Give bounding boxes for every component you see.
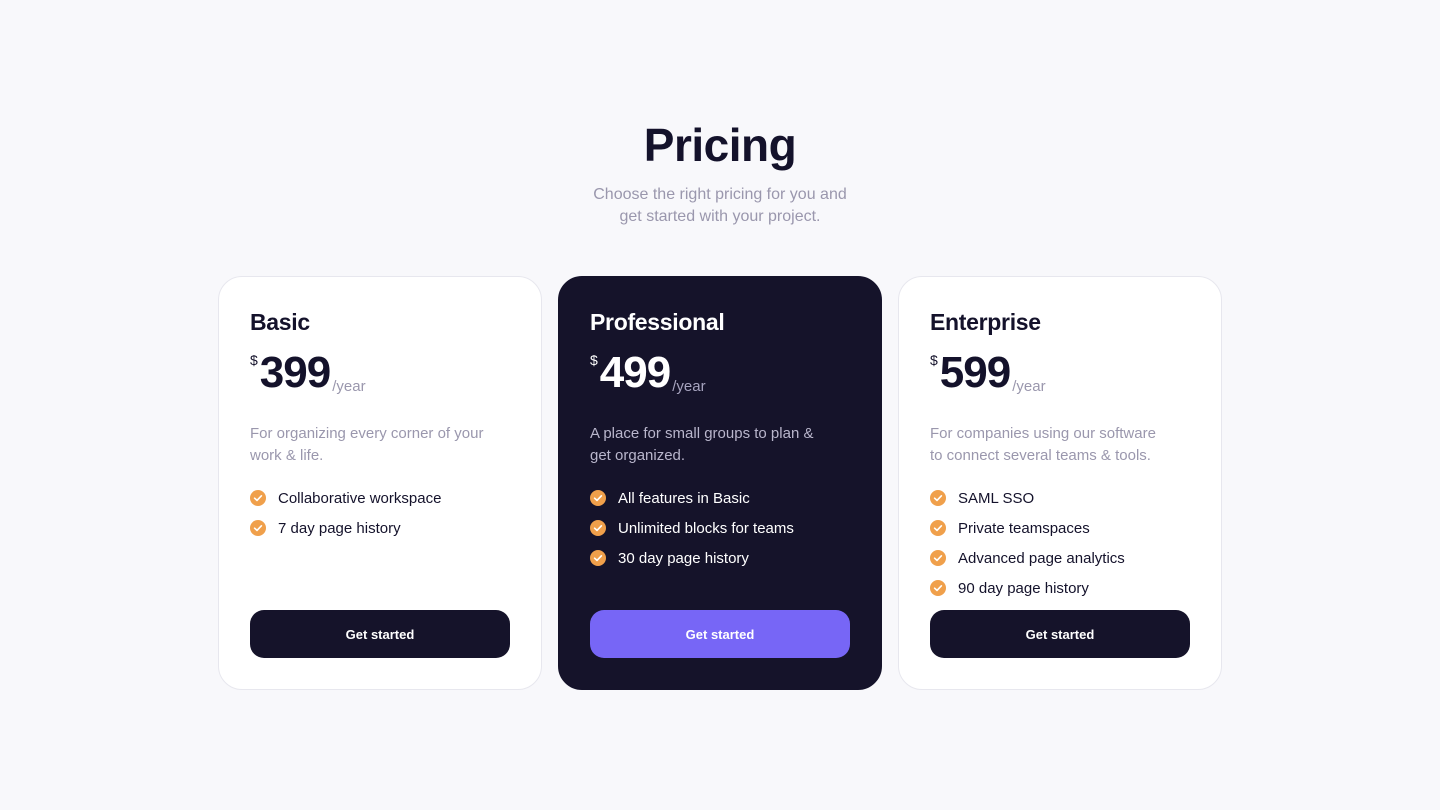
feature-label: Collaborative workspace <box>278 489 442 507</box>
feature-item: All features in Basic <box>590 483 850 513</box>
get-started-button-enterprise[interactable]: Get started <box>930 610 1190 658</box>
price-amount: 499 <box>599 348 671 397</box>
pricing-card-enterprise: Enterprise $ 599 /year For companies usi… <box>898 276 1222 690</box>
feature-item: SAML SSO <box>930 483 1190 513</box>
check-circle-icon <box>930 520 946 536</box>
feature-item: 30 day page history <box>590 543 850 573</box>
currency-symbol: $ <box>930 352 938 368</box>
feature-item: 90 day page history <box>930 573 1190 603</box>
plan-description: For companies using our software to conn… <box>930 425 1156 464</box>
price: $ 399 /year <box>250 349 510 397</box>
price-amount: 399 <box>259 348 331 397</box>
pricing-card-professional: Professional $ 499 /year A place for sma… <box>558 276 882 690</box>
feature-label: Private teamspaces <box>958 519 1090 537</box>
feature-item: Advanced page analytics <box>930 543 1190 573</box>
pricing-card-basic: Basic $ 399 /year For organizing every c… <box>218 276 542 690</box>
pricing-page: Pricing Choose the right pricing for you… <box>0 0 1440 810</box>
plan-description: A place for small groups to plan & get o… <box>590 425 814 464</box>
price-period: /year <box>672 378 706 395</box>
feature-label: 7 day page history <box>278 519 401 537</box>
feature-list: All features in Basic Unlimited blocks f… <box>590 483 850 573</box>
check-circle-icon <box>590 490 606 506</box>
feature-item: Collaborative workspace <box>250 483 510 513</box>
price: $ 499 /year <box>590 349 850 397</box>
plan-description: For organizing every corner of your work… <box>250 425 484 464</box>
feature-list: SAML SSO Private teamspaces Advanced pag… <box>930 483 1190 603</box>
check-circle-icon <box>930 550 946 566</box>
page-title: Pricing <box>643 119 797 171</box>
feature-item: 7 day page history <box>250 513 510 543</box>
pricing-header: Pricing Choose the right pricing for you… <box>0 118 1440 228</box>
get-started-button-basic[interactable]: Get started <box>250 610 510 658</box>
feature-label: 90 day page history <box>958 579 1089 597</box>
plan-name: Professional <box>590 309 725 335</box>
currency-symbol: $ <box>250 352 258 368</box>
check-circle-icon <box>590 550 606 566</box>
check-circle-icon <box>590 520 606 536</box>
plan-name: Basic <box>250 309 310 335</box>
price: $ 599 /year <box>930 349 1190 397</box>
feature-label: SAML SSO <box>958 489 1035 507</box>
price-period: /year <box>1012 378 1046 395</box>
pricing-cards: Basic $ 399 /year For organizing every c… <box>218 276 1222 690</box>
check-circle-icon <box>930 490 946 506</box>
check-circle-icon <box>250 520 266 536</box>
price-period: /year <box>332 378 366 395</box>
feature-list: Collaborative workspace 7 day page histo… <box>250 483 510 543</box>
get-started-button-professional[interactable]: Get started <box>590 610 850 658</box>
feature-label: 30 day page history <box>618 549 749 567</box>
feature-label: Unlimited blocks for teams <box>618 519 794 537</box>
feature-item: Unlimited blocks for teams <box>590 513 850 543</box>
page-subtitle: Choose the right pricing for you and get… <box>593 186 847 225</box>
feature-item: Private teamspaces <box>930 513 1190 543</box>
check-circle-icon <box>930 580 946 596</box>
currency-symbol: $ <box>590 352 598 368</box>
check-circle-icon <box>250 490 266 506</box>
price-amount: 599 <box>939 348 1011 397</box>
feature-label: All features in Basic <box>618 489 750 507</box>
plan-name: Enterprise <box>930 309 1041 335</box>
feature-label: Advanced page analytics <box>958 549 1125 567</box>
